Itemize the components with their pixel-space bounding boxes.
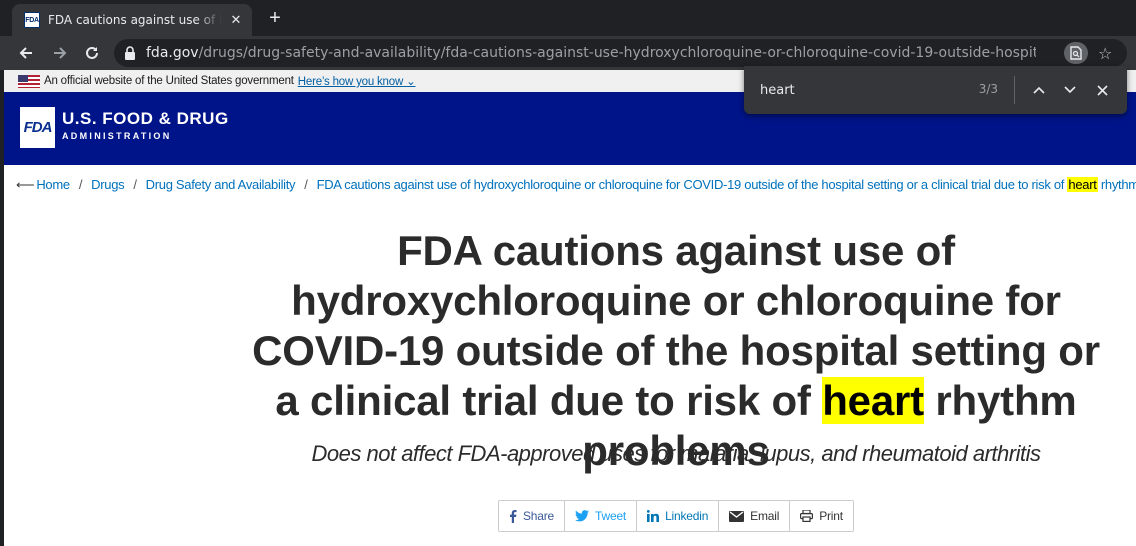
- close-icon: [1096, 84, 1108, 96]
- agency-name[interactable]: U.S. FOOD & DRUG: [62, 109, 229, 129]
- find-match-highlight: heart: [1067, 177, 1098, 192]
- browser-tab[interactable]: FDA FDA cautions against use of hydroxyc…: [12, 4, 252, 36]
- breadcrumb-separator: /: [78, 177, 83, 192]
- find-match-count: 3/3: [978, 82, 998, 96]
- email-share-button[interactable]: Email: [719, 501, 791, 531]
- find-divider: [1014, 76, 1015, 104]
- breadcrumb-drugs[interactable]: Drugs: [91, 177, 124, 192]
- chevron-up-icon: [1033, 86, 1045, 94]
- email-icon: [729, 510, 745, 522]
- browser-toolbar: fda.gov/drugs/drug-safety-and-availabili…: [0, 36, 1136, 70]
- address-bar[interactable]: fda.gov/drugs/drug-safety-and-availabili…: [114, 39, 1127, 67]
- breadcrumb-home[interactable]: Home: [36, 177, 70, 192]
- arrow-right-icon: [54, 47, 67, 59]
- twitter-icon: [575, 510, 590, 522]
- agency-subtitle: ADMINISTRATION: [62, 131, 172, 141]
- find-input[interactable]: [754, 76, 1004, 104]
- fda-favicon-icon: FDA: [24, 12, 40, 28]
- linkedin-icon: [647, 510, 660, 522]
- linkedin-share-button[interactable]: Linkedin: [637, 501, 720, 531]
- tab-title: FDA cautions against use of hydroxychlor…: [48, 13, 222, 27]
- facebook-share-button[interactable]: Share: [499, 501, 566, 531]
- forward-button[interactable]: [48, 41, 72, 65]
- print-button[interactable]: Print: [790, 501, 853, 531]
- page-title: FDA cautions against use of hydroxychlor…: [252, 227, 1100, 474]
- reload-icon: [86, 46, 98, 59]
- find-next-button[interactable]: [1058, 78, 1082, 102]
- find-in-page-icon: [1070, 46, 1082, 60]
- breadcrumb: ⟵ Home / Drugs / Drug Safety and Availability…: [16, 177, 1136, 197]
- chevron-down-icon: [1064, 86, 1076, 94]
- find-previous-button[interactable]: [1027, 78, 1051, 102]
- breadcrumb-drug-safety[interactable]: Drug Safety and Availability: [146, 177, 296, 192]
- chevron-down-icon: ⌄: [406, 76, 416, 88]
- url-text: fda.gov/drugs/drug-safety-and-availabili…: [146, 45, 1036, 61]
- find-match-highlight-current: heart: [822, 377, 924, 424]
- breadcrumb-current[interactable]: FDA cautions against use of hydroxychlor…: [317, 177, 1136, 192]
- gov-banner-text: An official website of the United States…: [44, 75, 294, 87]
- tab-strip: FDA FDA cautions against use of hydroxyc…: [0, 0, 1136, 36]
- fda-logo[interactable]: FDA: [20, 107, 55, 148]
- lock-icon[interactable]: [124, 46, 136, 60]
- reload-button[interactable]: [80, 41, 104, 65]
- find-close-button[interactable]: [1090, 78, 1114, 102]
- print-icon: [800, 510, 814, 522]
- back-button[interactable]: [14, 41, 38, 65]
- arrow-left-icon: [19, 47, 32, 59]
- heres-how-you-know-link[interactable]: Here’s how you know ⌄: [298, 74, 416, 88]
- facebook-icon: [509, 509, 517, 523]
- share-toolbar: Share Tweet Linkedin Email Print: [498, 500, 854, 532]
- bookmark-star-icon[interactable]: ☆: [1098, 44, 1112, 64]
- find-bar: 3/3: [744, 66, 1127, 114]
- new-tab-button[interactable]: +: [264, 8, 286, 30]
- twitter-share-button[interactable]: Tweet: [565, 501, 638, 531]
- close-icon[interactable]: ✕: [228, 12, 244, 28]
- find-in-page-button[interactable]: [1064, 42, 1088, 64]
- us-flag-icon: [18, 74, 40, 88]
- breadcrumb-separator: /: [304, 177, 308, 192]
- page-subtitle: Does not affect FDA-approved uses for ma…: [311, 441, 1041, 466]
- arrow-left-icon: ⟵: [16, 177, 35, 192]
- breadcrumb-separator: /: [133, 177, 137, 192]
